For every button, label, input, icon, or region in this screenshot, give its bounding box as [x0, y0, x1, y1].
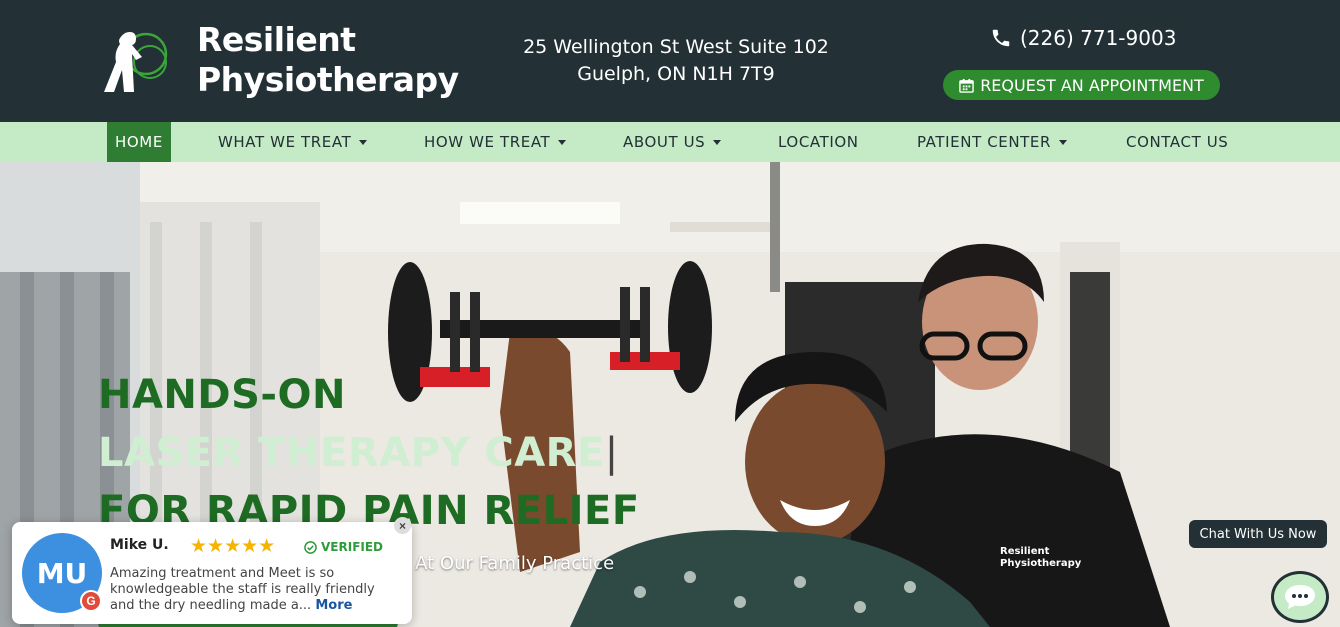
google-badge-letter: G	[86, 594, 96, 608]
brand-name[interactable]: Resilient Physiotherapy	[197, 20, 459, 100]
nav-item-about-us[interactable]: ABOUT US	[623, 122, 722, 162]
request-appointment-label: REQUEST AN APPOINTMENT	[980, 75, 1204, 95]
clinic-address: 25 Wellington St West Suite 102 Guelph, …	[500, 34, 852, 88]
nav-label: ABOUT US	[623, 133, 706, 151]
chat-bubble-icon	[1285, 585, 1315, 609]
review-text: Amazing treatment and Meet is so knowled…	[110, 566, 402, 614]
address-line-2: Guelph, ON N1H 7T9	[577, 63, 775, 85]
reviewer-name: Mike U.	[110, 537, 169, 553]
avatar-initials: MU	[36, 556, 88, 590]
calendar-icon	[959, 78, 974, 93]
svg-text:Physiotherapy: Physiotherapy	[1000, 558, 1082, 569]
nav-label: CONTACT US	[1126, 133, 1229, 151]
review-more-link[interactable]: More	[315, 598, 352, 613]
nav-label: HOW WE TREAT	[424, 133, 551, 151]
nav-item-how-we-treat[interactable]: HOW WE TREAT	[424, 122, 567, 162]
check-circle-icon	[304, 540, 317, 554]
verified-label: VERIFIED	[321, 540, 384, 554]
caret-down-icon	[1059, 139, 1068, 145]
nav-label: LOCATION	[778, 133, 859, 151]
phone-number: (226) 771-9003	[1020, 26, 1177, 50]
address-line-1: 25 Wellington St West Suite 102	[523, 36, 829, 58]
brand-line-2: Physiotherapy	[197, 60, 459, 99]
star-rating-icon: ★★★★★	[190, 536, 276, 557]
caret-down-icon	[359, 139, 368, 145]
close-icon[interactable]: ×	[394, 517, 411, 534]
nav-item-what-we-treat[interactable]: WHAT WE TREAT	[218, 122, 368, 162]
request-appointment-button[interactable]: REQUEST AN APPOINTMENT	[943, 70, 1220, 100]
logo-icon[interactable]	[102, 28, 172, 92]
nav-item-contact-us[interactable]: CONTACT US	[1126, 122, 1228, 162]
review-card[interactable]: MU G Mike U. ★★★★★ VERIFIED Amazing trea…	[12, 522, 412, 624]
svg-text:Resilient: Resilient	[1000, 546, 1050, 557]
chat-button[interactable]	[1271, 571, 1329, 623]
hero-rotating-text: LASER THERAPY CARE	[98, 430, 605, 476]
chat-label[interactable]: Chat With Us Now	[1189, 520, 1327, 548]
hero-title-line-1: HANDS-ON	[98, 372, 347, 418]
nav-item-patient-center[interactable]: PATIENT CENTER	[917, 122, 1068, 162]
nav-item-location[interactable]: LOCATION	[778, 122, 859, 162]
nav-label: PATIENT CENTER	[917, 133, 1052, 151]
nav-label: WHAT WE TREAT	[218, 133, 352, 151]
site-header: Resilient Physiotherapy 25 Wellington St…	[0, 0, 1340, 122]
phone-link[interactable]: (226) 771-9003	[990, 26, 1176, 50]
phone-icon	[992, 29, 1010, 47]
main-nav: HOME WHAT WE TREAT HOW WE TREAT ABOUT US…	[0, 122, 1340, 162]
google-icon: G	[80, 590, 102, 612]
verified-badge: VERIFIED	[304, 540, 383, 554]
hero-subtitle: n At Our Family Practice	[398, 553, 615, 574]
brand-line-1: Resilient	[197, 20, 356, 59]
nav-label: HOME	[115, 133, 163, 151]
typing-cursor: |	[604, 430, 619, 476]
caret-down-icon	[713, 139, 722, 145]
caret-down-icon	[558, 139, 567, 145]
hero-title-line-2: LASER THERAPY CARE|	[98, 430, 619, 476]
close-label: ×	[398, 518, 406, 533]
nav-item-home[interactable]: HOME	[107, 122, 171, 162]
